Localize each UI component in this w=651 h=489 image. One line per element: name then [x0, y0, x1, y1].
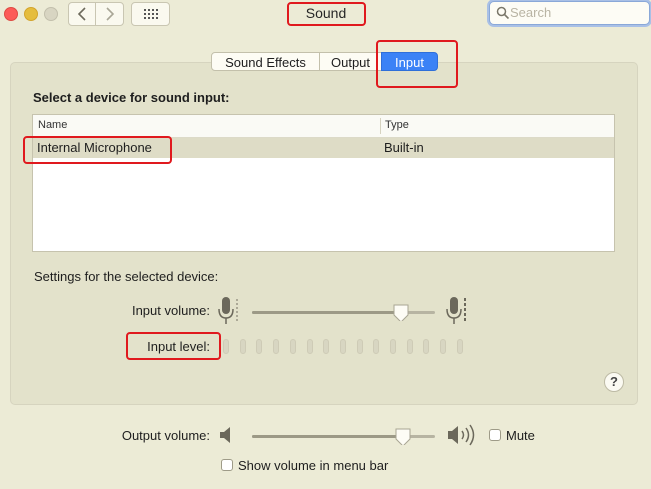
input-level-segment [423, 339, 429, 354]
search-icon [496, 6, 510, 20]
input-level-segment [240, 339, 246, 354]
show-all-button[interactable] [131, 2, 170, 26]
microphone-high-icon [446, 297, 466, 324]
grid-icon [144, 9, 158, 19]
speaker-high-icon [448, 424, 475, 446]
chevron-left-icon [77, 7, 86, 21]
show-volume-in-menubar-label[interactable]: Show volume in menu bar [238, 458, 388, 473]
input-level-label: Input level: [147, 339, 210, 354]
input-level-segment [223, 339, 229, 354]
input-volume-thumb[interactable] [392, 303, 410, 321]
mute-checkbox[interactable] [489, 429, 501, 441]
input-level-segment [340, 339, 346, 354]
search-field[interactable] [489, 1, 650, 25]
input-volume-fill [252, 311, 401, 314]
output-volume-fill [252, 435, 403, 438]
device-type: Built-in [384, 140, 424, 155]
minimize-window-button[interactable] [24, 7, 38, 21]
input-level-segment [373, 339, 379, 354]
input-level-segment [323, 339, 329, 354]
settings-title: Settings for the selected device: [34, 269, 219, 284]
input-level-segment [440, 339, 446, 354]
column-header-name[interactable]: Name [38, 119, 67, 131]
input-level-segment [273, 339, 279, 354]
output-volume-slider[interactable] [252, 427, 435, 445]
table-row[interactable]: Internal Microphone Built-in [33, 138, 614, 158]
column-divider [380, 118, 381, 134]
help-button[interactable]: ? [604, 372, 624, 392]
input-level-meter [223, 339, 468, 355]
tab-sound-effects[interactable]: Sound Effects [211, 52, 320, 71]
close-window-button[interactable] [4, 7, 18, 21]
back-button[interactable] [68, 2, 96, 26]
forward-button[interactable] [95, 2, 124, 26]
input-volume-slider[interactable] [252, 303, 435, 321]
window-title: Sound [305, 5, 347, 21]
input-level-segment [457, 339, 463, 354]
device-section-title: Select a device for sound input: [33, 90, 230, 105]
output-volume-thumb[interactable] [394, 427, 412, 445]
speaker-low-icon [220, 427, 230, 443]
microphone-low-icon [218, 297, 238, 324]
input-level-segment [357, 339, 363, 354]
output-volume-label: Output volume: [121, 428, 210, 443]
input-level-segment [256, 339, 262, 354]
table-header: Name Type [33, 115, 614, 138]
search-input[interactable] [510, 4, 642, 21]
input-level-segment [290, 339, 296, 354]
device-name: Internal Microphone [37, 140, 152, 155]
tab-input[interactable]: Input [381, 52, 438, 71]
input-volume-label: Input volume: [131, 303, 210, 318]
input-level-segment [390, 339, 396, 354]
zoom-window-button[interactable] [44, 7, 58, 21]
column-header-type[interactable]: Type [385, 119, 409, 131]
mute-label[interactable]: Mute [506, 428, 535, 443]
show-volume-in-menubar-checkbox[interactable] [221, 459, 233, 471]
chevron-right-icon [106, 7, 115, 21]
input-level-segment [307, 339, 313, 354]
tab-output[interactable]: Output [319, 52, 382, 71]
device-table: Name Type Internal Microphone Built-in [32, 114, 615, 252]
input-level-segment [407, 339, 413, 354]
